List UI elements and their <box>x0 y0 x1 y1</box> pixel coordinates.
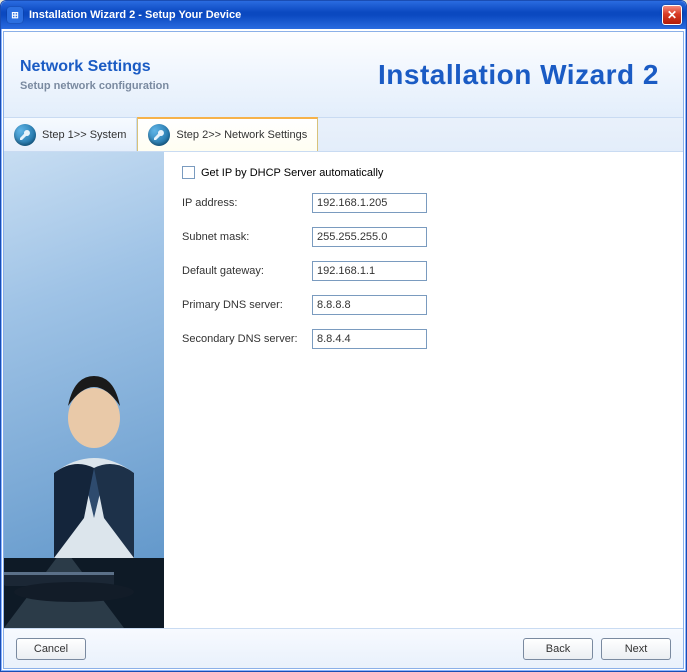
dns2-label: Secondary DNS server: <box>182 333 312 345</box>
dhcp-checkbox[interactable] <box>182 166 195 179</box>
gateway-label: Default gateway: <box>182 265 312 277</box>
window-title: Installation Wizard 2 - Setup Your Devic… <box>29 9 662 21</box>
page-subtitle: Setup network configuration <box>20 80 169 92</box>
dns1-label: Primary DNS server: <box>182 299 312 311</box>
person-illustration <box>4 328 164 628</box>
tab-step2-label: Step 2>> Network Settings <box>176 129 307 141</box>
dhcp-label[interactable]: Get IP by DHCP Server automatically <box>201 167 383 179</box>
page-title: Network Settings <box>20 58 169 76</box>
gateway-input[interactable] <box>312 261 427 281</box>
close-icon[interactable]: ✕ <box>662 5 682 25</box>
brand-text: Installation Wizard 2 <box>378 59 659 91</box>
header: Network Settings Setup network configura… <box>4 32 683 118</box>
ip-label: IP address: <box>182 197 312 209</box>
form-content: Get IP by DHCP Server automatically IP a… <box>164 152 683 628</box>
subnet-input[interactable] <box>312 227 427 247</box>
back-button[interactable]: Back <box>523 638 593 660</box>
tab-step1[interactable]: Step 1>> System <box>4 118 137 151</box>
dns2-input[interactable] <box>312 329 427 349</box>
tab-step2[interactable]: Step 2>> Network Settings <box>137 117 318 151</box>
ip-input[interactable] <box>312 193 427 213</box>
subnet-label: Subnet mask: <box>182 231 312 243</box>
cancel-button[interactable]: Cancel <box>16 638 86 660</box>
app-icon: ⊞ <box>7 7 23 23</box>
tab-step1-label: Step 1>> System <box>42 129 126 141</box>
tab-bar: Step 1>> System Step 2>> Network Setting… <box>4 118 683 152</box>
titlebar[interactable]: ⊞ Installation Wizard 2 - Setup Your Dev… <box>1 1 686 29</box>
footer: Cancel Back Next <box>4 628 683 668</box>
dns1-input[interactable] <box>312 295 427 315</box>
side-panel <box>4 152 164 628</box>
wrench-icon <box>148 124 170 146</box>
next-button[interactable]: Next <box>601 638 671 660</box>
wrench-icon <box>14 124 36 146</box>
client-area: Network Settings Setup network configura… <box>3 31 684 669</box>
main-window: ⊞ Installation Wizard 2 - Setup Your Dev… <box>0 0 687 672</box>
